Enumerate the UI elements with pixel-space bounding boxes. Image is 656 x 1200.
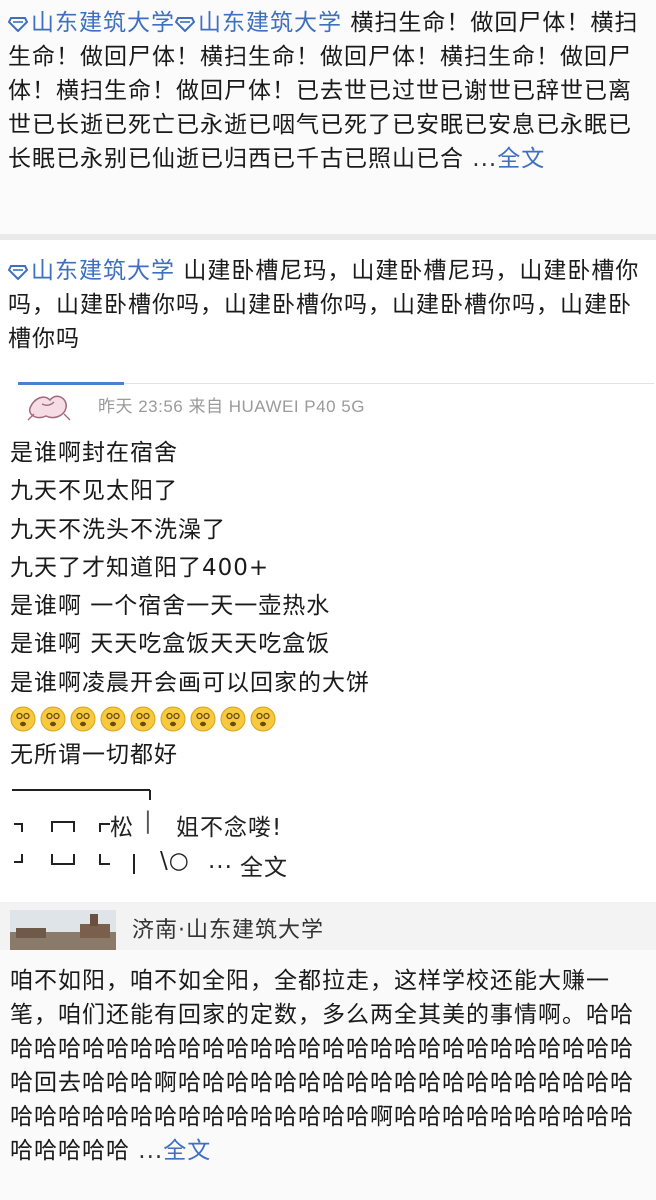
post-4-text: 咱不如阳，咱不如全阳，全都拉走，这样学校还能大赚一笔，咱们还能有回家的定数，多么… [10, 964, 648, 1168]
text-line: 九天不洗头不洗澡了 [10, 516, 226, 543]
dizzy-face-emoji [220, 706, 246, 732]
post-panel-1: 山东建筑大学 山东建筑大学 横扫生命！做回尸体！横扫生命！做回尸体！横扫生命！做回… [0, 0, 656, 240]
topic-diamond-icon [175, 17, 195, 32]
post-1-text: 山东建筑大学 山东建筑大学 横扫生命！做回尸体！横扫生命！做回尸体！横扫生命！做回… [8, 6, 648, 176]
location-label: 济南·山东建筑大学 [132, 918, 324, 943]
text-line: 九天不见太阳了 [10, 478, 178, 505]
topic-diamond-icon [8, 17, 28, 32]
dizzy-face-emoji [40, 706, 66, 732]
emoji-row [10, 704, 646, 734]
dizzy-face-emoji [190, 706, 216, 732]
post-panel-2: 山东建筑大学 山建卧槽尼玛，山建卧槽尼玛，山建卧槽你吗，山建卧槽你吗，山建卧槽你… [0, 240, 656, 380]
ellipsis: ... [130, 1138, 164, 1164]
ellipsis: ... [464, 146, 498, 172]
text-line: 无所谓一切都好 [10, 742, 178, 769]
expand-full-text-link[interactable]: 全文 [163, 1138, 211, 1164]
topic-diamond-icon [8, 265, 28, 280]
post-panel-3: 昨天 23:56 来自 HUAWEI P40 5G 是谁啊封在宿舍 九天不见太阳… [0, 380, 656, 950]
dizzy-face-emoji [130, 706, 156, 732]
text-line: 九天了才知道阳了400+ [10, 554, 270, 581]
dizzy-face-emoji [250, 706, 276, 732]
post-2-text: 山东建筑大学 山建卧槽尼玛，山建卧槽尼玛，山建卧槽你吗，山建卧槽你吗，山建卧槽你… [8, 254, 650, 356]
dizzy-face-emoji [100, 706, 126, 732]
tab-indicator [18, 382, 124, 385]
dizzy-face-emoji [160, 706, 186, 732]
post-4-body: 咱不如阳，咱不如全阳，全都拉走，这样学校还能大赚一笔，咱们还能有回家的定数，多么… [10, 968, 634, 1164]
ascii-art: 松 | 姐不念喽! \○ ... 全文 [10, 786, 646, 882]
topic-link-3[interactable]: 山东建筑大学 [8, 258, 175, 284]
text-line: 是谁啊封在宿舍 [10, 440, 178, 466]
location-thumbnail [10, 910, 116, 950]
ascii-lines [12, 789, 151, 875]
ascii-word: 松 [110, 815, 134, 842]
post-panel-4: 咱不如阳，咱不如全阳，全都拉走，这样学校还能大赚一笔，咱们还能有回家的定数，多么… [0, 950, 656, 1200]
post-3-body: 是谁啊封在宿舍 九天不见太阳了 九天不洗头不洗澡了 九天了才知道阳了400+ 是… [10, 434, 646, 774]
location-bar[interactable]: 济南·山东建筑大学 [0, 902, 656, 950]
topic-link-2[interactable]: 山东建筑大学 [175, 10, 342, 36]
post-header: 昨天 23:56 来自 HUAWEI P40 5G [10, 380, 654, 426]
avatar[interactable] [24, 386, 76, 422]
ascii-tail: \○ [160, 848, 190, 875]
post-meta: 昨天 23:56 来自 HUAWEI P40 5G [98, 397, 365, 416]
expand-full-text-link[interactable]: 全文 [497, 146, 545, 172]
dizzy-face-emoji [70, 706, 96, 732]
text-line: 是谁啊 一个宿舍一天一壶热水 [10, 593, 331, 620]
dizzy-face-emoji [10, 706, 36, 732]
divider [124, 383, 654, 384]
expand-full-text-link[interactable]: 全文 [240, 848, 288, 882]
ellipsis: ... [208, 848, 233, 875]
ascii-bar: | [144, 808, 153, 835]
text-line: 是谁啊 天天吃盒饭天天吃盒饭 [10, 631, 331, 658]
text-line: 是谁啊凌晨开会画可以回家的大饼 [10, 669, 370, 696]
topic-link-1[interactable]: 山东建筑大学 [8, 10, 175, 36]
ascii-text: 姐不念喽! [176, 815, 283, 842]
